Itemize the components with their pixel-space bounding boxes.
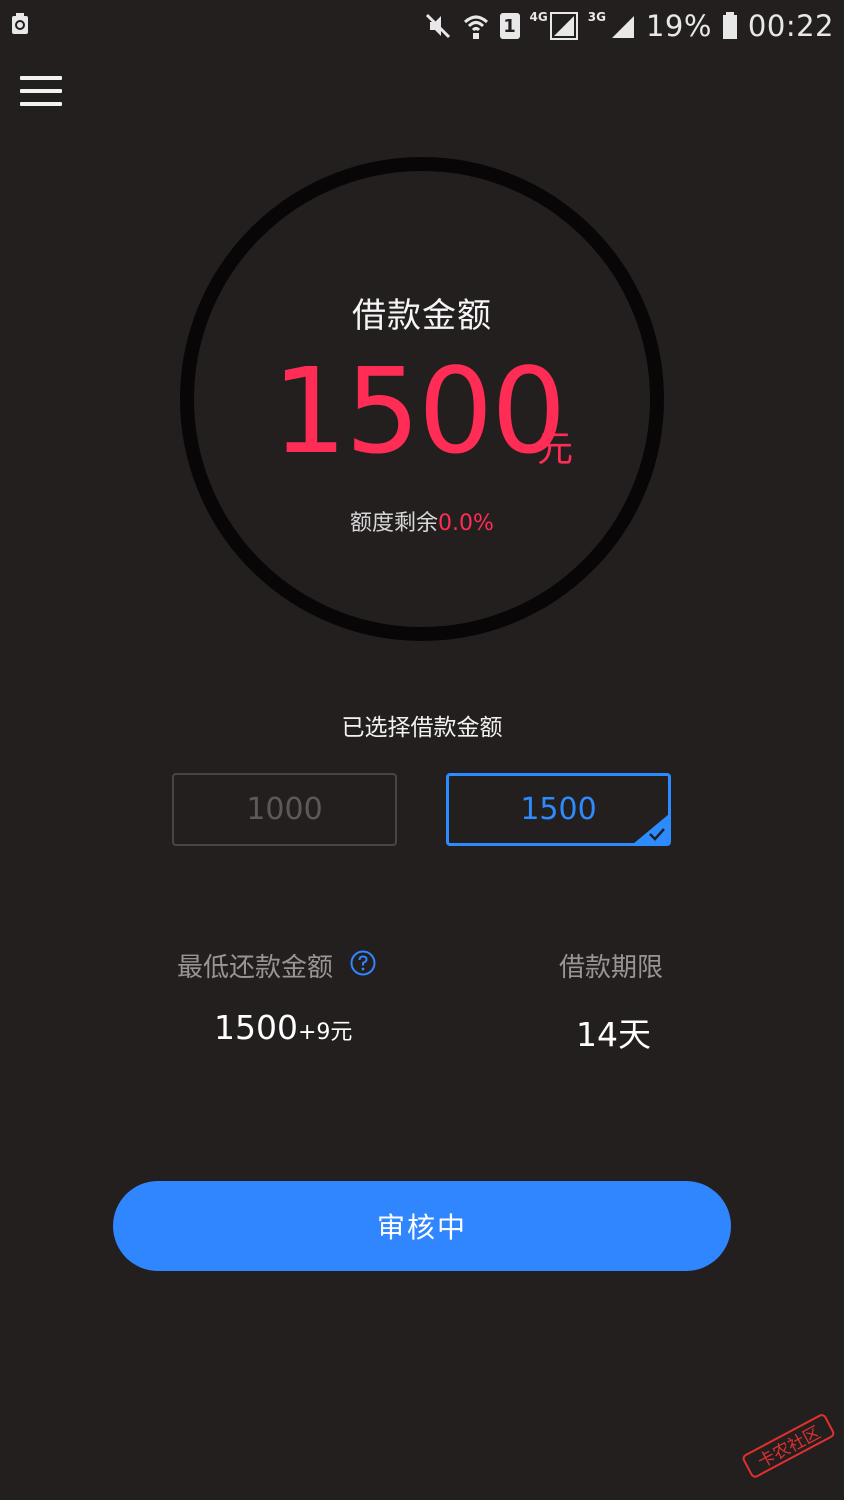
credit-remaining: 额度剩余0.0%	[0, 505, 844, 537]
amount-option-1000[interactable]: 1000	[172, 773, 397, 846]
selected-amount-label: 已选择借款金额	[341, 715, 503, 741]
credit-remaining-value: 0.0%	[438, 511, 494, 536]
mute-icon	[425, 13, 450, 39]
signal-3g-icon	[611, 16, 634, 38]
battery-percent: 19%	[645, 9, 712, 43]
review-status-button[interactable]: 审核中	[113, 1181, 731, 1271]
help-question-icon[interactable]	[350, 950, 376, 976]
min-repayment-amount: 1500	[214, 1008, 298, 1047]
svg-text:卡农社区: 卡农社区	[755, 1423, 824, 1473]
forum-watermark-logo: 卡农社区	[742, 1414, 835, 1478]
status-bar: 1 4G 3G 19% 00:22	[0, 0, 844, 50]
amount-option-label: 1000	[246, 792, 323, 827]
amount-option-1500[interactable]: 1500	[446, 773, 671, 846]
loan-term-label: 借款期限	[559, 953, 664, 983]
wifi-icon	[463, 15, 488, 39]
selected-check-icon	[634, 814, 668, 843]
network-3g-label: 3G	[587, 10, 606, 24]
min-repayment-value: 1500+9元	[214, 1008, 352, 1047]
battery-icon	[722, 12, 737, 39]
loan-amount-unit: 元	[537, 429, 574, 470]
clock-time: 00:22	[747, 9, 834, 43]
credit-remaining-label: 额度剩余	[350, 511, 439, 536]
sim-card-icon: 1	[499, 13, 520, 39]
loan-amount-title: 借款金额	[352, 296, 492, 336]
recycle-notification-icon	[12, 13, 28, 34]
sim-slot-number: 1	[503, 15, 516, 37]
signal-4g-icon	[549, 12, 578, 40]
min-repayment-label: 最低还款金额	[177, 953, 334, 983]
amount-option-label: 1500	[520, 792, 597, 827]
loan-amount-value: 1500	[272, 342, 566, 480]
loan-term-value: 14天	[576, 1015, 651, 1054]
min-repayment-fee: +9元	[297, 1020, 353, 1045]
hamburger-menu-icon[interactable]	[20, 74, 62, 106]
network-4g-label: 4G	[529, 10, 548, 24]
